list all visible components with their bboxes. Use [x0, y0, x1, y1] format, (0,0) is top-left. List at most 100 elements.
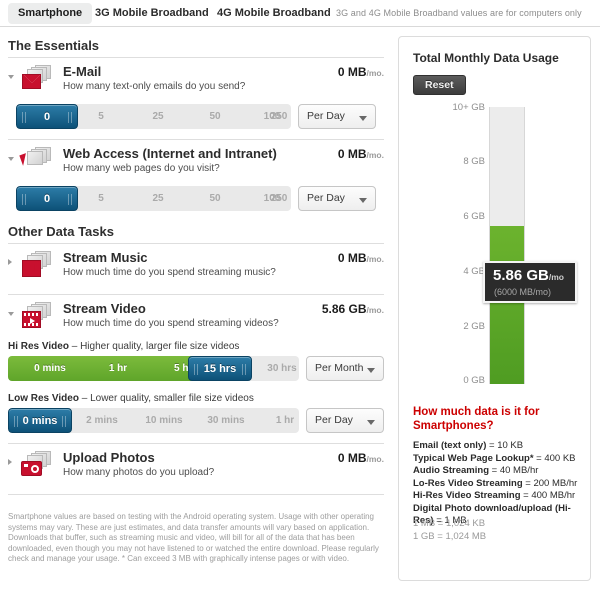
- slider-handle[interactable]: 0: [16, 104, 78, 129]
- tooltip-value-unit: /mo: [548, 272, 564, 282]
- slider-tick[interactable]: 5: [81, 186, 121, 211]
- low-res-video-label-strong: Low Res Video: [8, 393, 79, 404]
- info-line: Email (text only) = 10 KB: [413, 440, 583, 453]
- slider-hi-res-video[interactable]: 0 mins 1 hr 5 hrs 30 hrs 15 hrs: [8, 356, 299, 381]
- slider-handle[interactable]: 0 mins: [8, 408, 72, 433]
- task-value-unit: /mo.: [366, 68, 384, 78]
- info-line-term: Lo-Res Video Streaming: [413, 477, 523, 489]
- chevron-down-icon[interactable]: [8, 157, 14, 161]
- task-description: How many web pages do you visit?: [63, 163, 220, 174]
- info-title: How much data is it for Smartphones?: [413, 406, 540, 432]
- task-description: How much time do you spend streaming mus…: [63, 267, 276, 278]
- task-value: 0 MB/mo.: [338, 451, 384, 465]
- cursor-icon: [19, 146, 54, 176]
- task-value-number: 0 MB: [337, 65, 367, 79]
- chart-track: [489, 107, 525, 384]
- film-strip-icon: [20, 301, 54, 331]
- period-select-low-res-video[interactable]: Per Day: [306, 408, 384, 433]
- slider-tick[interactable]: 250: [259, 104, 291, 129]
- slider-tick[interactable]: 2 mins: [68, 408, 136, 433]
- info-line: Hi-Res Video Streaming = 400 MB/hr: [413, 490, 583, 503]
- slider-row-email: 5 25 50 100 250 0 Per Day: [16, 104, 376, 131]
- axis-tick-label: 0 GB: [463, 375, 485, 386]
- section-title-essentials: The Essentials: [8, 38, 100, 53]
- info-block: How much data is it for Smartphones? Ema…: [413, 405, 583, 528]
- info-line-term: Email (text only): [413, 440, 487, 451]
- task-name: Stream Video: [63, 301, 146, 316]
- axis-tick-label: 4 GB: [463, 266, 485, 277]
- tab-bar: Smartphone 3G Mobile Broadband 4G Mobile…: [0, 0, 600, 27]
- task-description: How many photos do you upload?: [63, 467, 215, 478]
- slider-tick[interactable]: 30 mins: [192, 408, 260, 433]
- chevron-down-icon: [359, 116, 367, 121]
- reset-button[interactable]: Reset: [413, 75, 466, 95]
- tab-4g-mobile-broadband[interactable]: 4G Mobile Broadband: [207, 3, 341, 24]
- footnote: Smartphone values are based on testing w…: [8, 512, 379, 563]
- task-value-number: 0 MB: [337, 251, 367, 265]
- slider-web-access[interactable]: 5 25 50 100 250 0: [16, 186, 291, 211]
- slider-handle-label: 15 hrs: [203, 363, 237, 375]
- slider-row-web-access: 5 25 50 100 250 0 Per Day: [16, 186, 376, 213]
- chevron-down-icon[interactable]: [8, 75, 14, 79]
- slider-tick[interactable]: 50: [195, 104, 235, 129]
- axis-tick-label: 10+ GB: [452, 102, 485, 113]
- camera-icon: [20, 450, 54, 480]
- hi-res-video-label-rest: – Higher quality, larger file size video…: [68, 341, 240, 352]
- chevron-down-icon: [367, 420, 375, 425]
- conversions-block: 1 MB = 1,024 KB 1 GB = 1,024 MB: [413, 518, 583, 543]
- task-name: Upload Photos: [63, 450, 155, 465]
- slider-tick[interactable]: 250: [259, 186, 291, 211]
- axis-tick-label: 2 GB: [463, 321, 485, 332]
- period-select-email[interactable]: Per Day: [298, 104, 376, 129]
- low-res-video-label-rest: – Lower quality, smaller file size video…: [78, 393, 254, 404]
- info-line-value: = 40 MB/hr: [489, 465, 539, 476]
- task-stream-video: Stream Video How much time do you spend …: [0, 295, 392, 435]
- slider-email[interactable]: 5 25 50 100 250 0: [16, 104, 291, 129]
- panel-title: Total Monthly Data Usage: [413, 51, 559, 65]
- tooltip-value-number: 5.86 GB: [493, 267, 549, 284]
- info-line-value: = 400 KB: [533, 452, 576, 464]
- task-value: 0 MB/mo.: [338, 65, 384, 79]
- tasks-column: The Essentials E-Mail How many text-only…: [0, 27, 392, 495]
- usage-bar-chart: 10+ GB 8 GB 6 GB 4 GB 2 GB 0 GB 5.86 GB/…: [399, 102, 592, 413]
- chevron-down-icon[interactable]: [8, 312, 14, 316]
- tooltip-value: 5.86 GB/mo: [493, 267, 564, 284]
- slider-tick[interactable]: 25: [138, 186, 178, 211]
- section-title-other-data-tasks: Other Data Tasks: [8, 224, 114, 239]
- task-value-number: 0 MB: [337, 451, 367, 465]
- tab-note: 3G and 4G Mobile Broadband values are fo…: [336, 8, 582, 18]
- slider-low-res-video[interactable]: 2 mins 10 mins 30 mins 1 hr 0 mins: [8, 408, 299, 433]
- period-select-web-access[interactable]: Per Day: [298, 186, 376, 211]
- slider-row-low-res-video: 2 mins 10 mins 30 mins 1 hr 0 mins Per D…: [8, 408, 384, 435]
- slider-tick[interactable]: 30 hrs: [248, 356, 299, 381]
- slider-tick[interactable]: 5: [81, 104, 121, 129]
- task-description: How much time do you spend streaming vid…: [63, 318, 279, 329]
- period-select-hi-res-video[interactable]: Per Month: [306, 356, 384, 381]
- slider-tick[interactable]: 50: [195, 186, 235, 211]
- slider-tick[interactable]: 1 hr: [251, 408, 299, 433]
- slider-handle-label: 0: [43, 111, 51, 123]
- slider-tick[interactable]: 1 hr: [84, 356, 152, 381]
- info-line: Typical Web Page Lookup* = 400 KB: [413, 453, 583, 466]
- slider-handle[interactable]: 0: [16, 186, 78, 211]
- chevron-right-icon[interactable]: [8, 259, 12, 265]
- slider-tick[interactable]: 10 mins: [130, 408, 198, 433]
- chevron-right-icon[interactable]: [8, 459, 12, 465]
- period-select-value: Per Day: [307, 192, 345, 204]
- hi-res-video-label: Hi Res Video – Higher quality, larger fi…: [8, 341, 384, 352]
- hi-res-video-label-strong: Hi Res Video: [8, 341, 69, 352]
- task-value-unit: /mo.: [366, 454, 384, 464]
- tab-smartphone[interactable]: Smartphone: [8, 3, 93, 24]
- task-value-unit: /mo.: [366, 150, 384, 160]
- divider: [8, 494, 384, 495]
- conversion-line: 1 MB = 1,024 KB: [413, 518, 486, 529]
- music-note-icon: ♫: [20, 250, 54, 280]
- slider-tick[interactable]: 0 mins: [16, 356, 84, 381]
- slider-tick[interactable]: 25: [138, 104, 178, 129]
- task-value-number: 5.86 GB: [321, 302, 367, 316]
- task-email: E-Mail How many text-only emails do you …: [0, 58, 392, 131]
- info-line-term: Hi-Res Video Streaming: [413, 490, 521, 501]
- tab-3g-mobile-broadband[interactable]: 3G Mobile Broadband: [85, 3, 219, 24]
- slider-handle[interactable]: 15 hrs: [188, 356, 252, 381]
- task-name: E-Mail: [63, 64, 102, 79]
